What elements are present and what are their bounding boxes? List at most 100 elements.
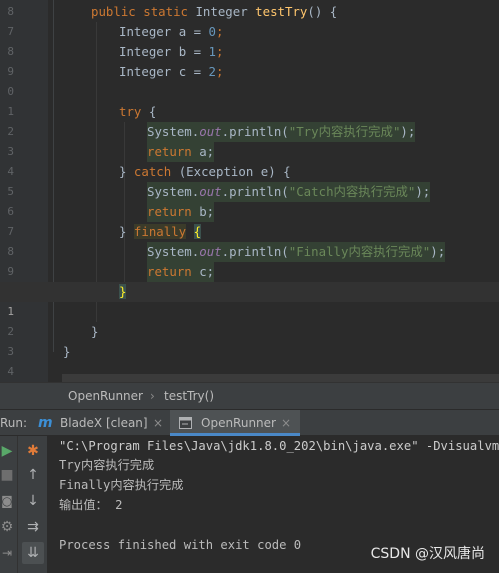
class-name: System [147, 184, 192, 199]
code-text: ); [415, 184, 431, 199]
code-text: .println( [221, 184, 289, 199]
settings-icon[interactable]: ⚙ [0, 516, 18, 538]
console-line: 输出值： 2 [59, 498, 123, 512]
matched-brace: { [193, 224, 202, 239]
field-name: out [199, 124, 222, 139]
code-line[interactable]: } [0, 342, 499, 362]
keyword: finally [133, 224, 187, 239]
semicolon: ; [216, 24, 224, 39]
breadcrumb-separator-icon: › [150, 389, 155, 403]
line-number: 1 [7, 305, 14, 318]
code-line[interactable]: Integer b = 1; [0, 42, 499, 62]
code-text: .println( [221, 244, 289, 259]
code-text: a; [191, 144, 215, 159]
code-text: c = [178, 64, 209, 79]
code-text: c; [191, 264, 215, 279]
keyword: try [119, 104, 142, 119]
code-line[interactable]: return b; [0, 202, 499, 222]
watermark: CSDN @汉风唐尚 [370, 546, 485, 562]
code-line[interactable]: Integer c = 2; [0, 62, 499, 82]
matched-brace: } [119, 284, 127, 299]
type-name: Integer [195, 4, 248, 19]
number-literal: 0 [208, 24, 216, 39]
run-tool-window-header: Run: m BladeX [clean] × OpenRunner × [0, 409, 499, 436]
code-text: } [91, 324, 99, 339]
string-literal: "Catch内容执行完成" [288, 184, 416, 199]
number-literal: 2 [208, 64, 216, 79]
code-text: () { [307, 4, 338, 19]
camera-icon[interactable]: ◙ [0, 490, 18, 512]
semicolon: ; [216, 44, 224, 59]
console-line: Try内容执行完成 [59, 458, 155, 472]
code-line[interactable]: return c; [0, 262, 499, 282]
code-text: } [119, 224, 134, 239]
run-left-toolbar: ▶ ■ ◙ ⚙ ⇥ [0, 436, 18, 573]
debug-icon[interactable]: ✱ [22, 440, 44, 462]
horizontal-scrollbar[interactable] [62, 374, 499, 382]
string-literal: "Finally内容执行完成" [288, 244, 431, 259]
semicolon: ; [216, 64, 224, 79]
maven-icon: m [38, 415, 53, 431]
code-text: ); [400, 124, 416, 139]
field-name: out [199, 244, 222, 259]
exit-icon[interactable]: ⇥ [0, 542, 18, 564]
code-line[interactable]: System.out.println("Finally内容执行完成"); [0, 242, 499, 262]
code-line[interactable]: System.out.println("Catch内容执行完成"); [0, 182, 499, 202]
class-name: System [147, 244, 192, 259]
current-code-line[interactable]: } [0, 282, 499, 302]
breadcrumb: OpenRunner › testTry() [0, 382, 499, 409]
console-line: "C:\Program Files\Java\jdk1.8.0_202\bin\… [59, 439, 499, 453]
keyword: return [147, 204, 192, 219]
stop-icon[interactable]: ■ [0, 464, 18, 486]
console-toolbar: ✱ ↑ ↓ ⇉ ⇊ [18, 436, 48, 573]
line-number: 0 [7, 85, 14, 98]
type-name: Integer [119, 24, 172, 39]
code-line[interactable]: } catch (Exception e) { [0, 162, 499, 182]
code-text: } [63, 344, 71, 359]
tab-bladex-clean[interactable]: m BladeX [clean] × [32, 410, 164, 436]
console-line: Finally内容执行完成 [59, 478, 184, 492]
line-number: 4 [7, 365, 14, 378]
string-literal: "Try内容执行完成" [288, 124, 401, 139]
run-label: Run: [0, 416, 28, 430]
code-editor[interactable]: 87890123456789012345 public static Integ… [0, 0, 499, 382]
code-line[interactable]: System.out.println("Try内容执行完成"); [0, 122, 499, 142]
method-name: testTry [255, 4, 308, 19]
tab-label: BladeX [clean] [60, 416, 148, 430]
number-literal: 1 [208, 44, 216, 59]
keyword: public [91, 4, 136, 19]
code-text: b = [178, 44, 209, 59]
tab-openrunner[interactable]: OpenRunner × [170, 410, 300, 436]
console-icon [179, 417, 192, 429]
code-line[interactable]: try { [0, 102, 499, 122]
type-name: Integer [119, 44, 172, 59]
code-line[interactable]: Integer a = 0; [0, 22, 499, 42]
class-name: System [147, 124, 192, 139]
code-text: (Exception e) { [171, 164, 291, 179]
code-text: ); [430, 244, 446, 259]
scroll-to-end-icon[interactable]: ⇊ [22, 542, 44, 564]
keyword: return [147, 264, 192, 279]
down-arrow-icon[interactable]: ↓ [22, 490, 44, 512]
code-text: } [119, 164, 134, 179]
code-line[interactable]: } [0, 322, 499, 342]
code-line[interactable]: public static Integer testTry() { [0, 2, 499, 22]
breadcrumb-method[interactable]: testTry() [164, 383, 214, 410]
close-icon[interactable]: × [153, 410, 163, 436]
rerun-icon[interactable]: ▶ [0, 440, 18, 462]
code-text: { [141, 104, 157, 119]
field-name: out [199, 184, 222, 199]
soft-wrap-icon[interactable]: ⇉ [22, 516, 44, 538]
keyword: catch [133, 164, 172, 179]
console-line: Process finished with exit code 0 [59, 538, 302, 552]
type-name: Integer [119, 64, 172, 79]
up-arrow-icon[interactable]: ↑ [22, 464, 44, 486]
code-text: b; [191, 204, 215, 219]
keyword: return [147, 144, 192, 159]
keyword: static [143, 4, 188, 19]
code-text: .println( [221, 124, 289, 139]
code-text: a = [178, 24, 209, 39]
breadcrumb-class[interactable]: OpenRunner [68, 383, 143, 410]
code-line[interactable]: return a; [0, 142, 499, 162]
code-line[interactable]: } finally { [0, 222, 499, 242]
